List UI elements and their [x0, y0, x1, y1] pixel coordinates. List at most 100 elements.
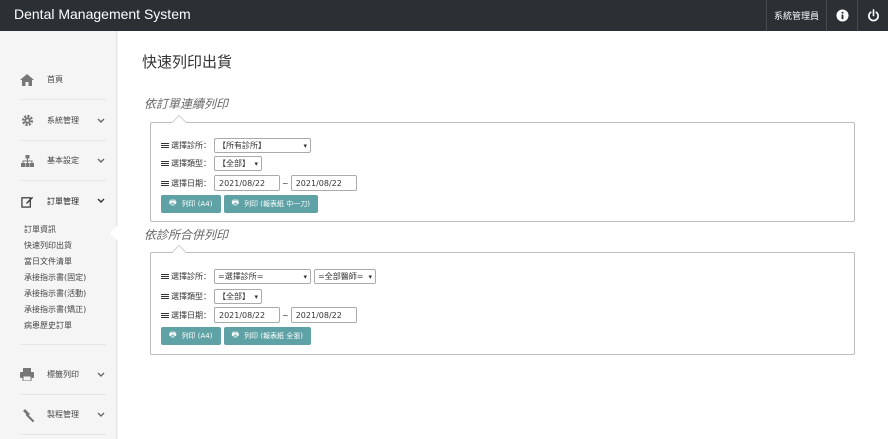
sidebar-subitem-instruction-fixed[interactable]: 承接指示書(固定) [24, 272, 86, 283]
chevron-down-icon: ▾ [303, 272, 307, 281]
top-navbar: Dental Management System 系統管理員 [0, 0, 888, 31]
printer-icon: 🖶 [169, 330, 177, 339]
sidebar: 首頁 系統管理 基本設定 訂單管理 訂單資訊 快速列印出貨 當日文件清單 承接指… [0, 31, 118, 439]
date-label: 選擇日期： [171, 178, 211, 188]
print-report-button[interactable]: 🖶 列印 (報表紙 全張) [223, 327, 311, 345]
type-label: 選擇類型： [171, 292, 211, 301]
print-a4-label: 列印 (A4) [181, 200, 213, 208]
row-clinic: 選擇診所： =選擇診所= ▾ =全部醫師= ▾ [161, 269, 376, 284]
printer-icon: 🖶 [231, 198, 240, 207]
main-content: 快速列印出貨 依訂單連續列印 選擇診所： 【所有診所】 ▾ 選擇類型： 【全部】 ▾… [118, 31, 888, 439]
sidebar-item-label: 首頁 [47, 75, 63, 84]
date-separator: ~ [282, 178, 289, 188]
type-select[interactable]: 【全部】 ▾ [214, 156, 262, 171]
sidebar-item-label: 標籤列印 [47, 370, 79, 379]
bars-icon [161, 180, 169, 187]
bars-icon [161, 312, 169, 319]
date-separator: ~ [282, 310, 289, 320]
date-from-input[interactable]: 2021/08/22 [214, 175, 280, 191]
row-clinic: 選擇診所： 【所有診所】 ▾ [161, 138, 311, 153]
sidebar-item-basic-settings[interactable]: 基本設定 [20, 141, 106, 181]
panel-notch [171, 245, 187, 253]
panel-notch [171, 115, 187, 123]
clinic-select-value: =選擇診所= [218, 272, 264, 281]
bars-icon [161, 160, 169, 167]
clinic-select-value: 【所有診所】 [218, 141, 266, 150]
sidebar-item-label: 系統管理 [47, 116, 79, 125]
sidebar-item-home[interactable]: 首頁 [20, 60, 106, 100]
printer-icon: 🖶 [169, 198, 177, 207]
edit-icon [20, 194, 34, 208]
sidebar-item-label: 製程管理 [47, 410, 79, 419]
active-menu-pointer [110, 225, 118, 241]
chevron-down-icon: ▾ [254, 159, 258, 168]
page-title: 快速列印出貨 [142, 53, 233, 71]
sidebar-item-system[interactable]: 系統管理 [20, 101, 106, 141]
print-report-label: 列印 (報表紙 中一刀) [244, 200, 310, 208]
chevron-down-icon: ▾ [254, 292, 258, 301]
bars-icon [161, 293, 169, 300]
printer-icon [20, 368, 34, 382]
type-select-value: 【全部】 [218, 159, 250, 168]
panel-clinic-print: 選擇診所： =選擇診所= ▾ =全部醫師= ▾ 選擇類型： 【全部】 ▾ 選擇日期： … [150, 245, 855, 355]
app-title[interactable]: Dental Management System [14, 6, 191, 22]
sidebar-subitem-daily-documents[interactable]: 當日文件清單 [24, 256, 72, 267]
print-report-label: 列印 (報表紙 全張) [244, 332, 303, 340]
chevron-down-icon [96, 372, 106, 378]
sidebar-item-label-print[interactable]: 標籤列印 [20, 355, 106, 395]
clinic-label: 選擇診所： [171, 272, 211, 281]
sidebar-divider [20, 344, 106, 345]
date-to-input[interactable]: 2021/08/22 [290, 307, 357, 323]
clinic-select[interactable]: 【所有診所】 ▾ [214, 138, 311, 153]
print-report-button[interactable]: 🖶 列印 (報表紙 中一刀) [223, 195, 318, 213]
gear-icon [20, 114, 34, 128]
date-to-input[interactable]: 2021/08/22 [290, 175, 357, 191]
bars-icon [161, 273, 169, 280]
chevron-down-icon [96, 158, 106, 164]
print-a4-button[interactable]: 🖶 列印 (A4) [161, 195, 221, 213]
clinic-select[interactable]: =選擇診所= ▾ [214, 269, 311, 284]
type-select[interactable]: 【全部】 ▾ [214, 289, 262, 304]
hammer-icon [20, 408, 34, 422]
doctor-select-value: =全部醫師= [318, 272, 364, 281]
print-a4-button[interactable]: 🖶 列印 (A4) [161, 327, 221, 345]
sidebar-subitem-order-info[interactable]: 訂單資訊 [24, 224, 56, 235]
chevron-down-icon [96, 412, 106, 418]
doctor-select[interactable]: =全部醫師= ▾ [314, 269, 376, 284]
chevron-down-icon: ▾ [368, 272, 372, 281]
panel-order-print: 選擇診所： 【所有診所】 ▾ 選擇類型： 【全部】 ▾ 選擇日期： 2021/08/… [150, 115, 855, 222]
row-type: 選擇類型： 【全部】 ▾ [161, 289, 262, 304]
sidebar-subitem-instruction-ortho[interactable]: 承接指示書(矯正) [24, 304, 86, 315]
sidebar-subitem-instruction-removable[interactable]: 承接指示書(活動) [24, 288, 86, 299]
date-from-input[interactable]: 2021/08/22 [214, 307, 280, 323]
sidebar-item-orders[interactable]: 訂單管理 [20, 181, 106, 221]
section-title-clinic-print: 依診所合併列印 [144, 228, 229, 242]
sidebar-subitem-quick-print[interactable]: 快速列印出貨 [24, 240, 72, 251]
row-date: 選擇日期： 2021/08/22 ~ 2021/08/22 [161, 175, 357, 191]
sidebar-item-label: 訂單管理 [47, 196, 79, 206]
printer-icon: 🖶 [231, 330, 240, 339]
sidebar-item-label: 基本設定 [47, 156, 79, 165]
top-right-group: 系統管理員 [766, 0, 888, 31]
bars-icon [161, 142, 169, 149]
sidebar-item-process[interactable]: 製程管理 [20, 395, 106, 435]
clinic-label: 選擇診所： [171, 141, 211, 150]
sitemap-icon [20, 154, 34, 168]
row-buttons: 🖶 列印 (A4) 🖶 列印 (報表紙 全張) [161, 327, 314, 345]
date-label: 選擇日期： [171, 310, 211, 320]
row-buttons: 🖶 列印 (A4) 🖶 列印 (報表紙 中一刀) [161, 195, 321, 213]
info-icon[interactable] [826, 0, 857, 31]
sidebar-subitem-patient-history[interactable]: 病患歷史訂單 [24, 320, 72, 331]
home-icon [20, 73, 34, 87]
print-a4-label: 列印 (A4) [181, 332, 213, 340]
chevron-down-icon: ▾ [303, 141, 307, 150]
chevron-down-icon [96, 118, 106, 124]
row-date: 選擇日期： 2021/08/22 ~ 2021/08/22 [161, 307, 357, 323]
power-icon[interactable] [857, 0, 888, 31]
section-title-order-print: 依訂單連續列印 [144, 97, 229, 111]
type-label: 選擇類型： [171, 159, 211, 168]
chevron-down-icon [96, 198, 106, 204]
type-select-value: 【全部】 [218, 292, 250, 301]
user-menu[interactable]: 系統管理員 [766, 0, 826, 31]
row-type: 選擇類型： 【全部】 ▾ [161, 156, 262, 171]
